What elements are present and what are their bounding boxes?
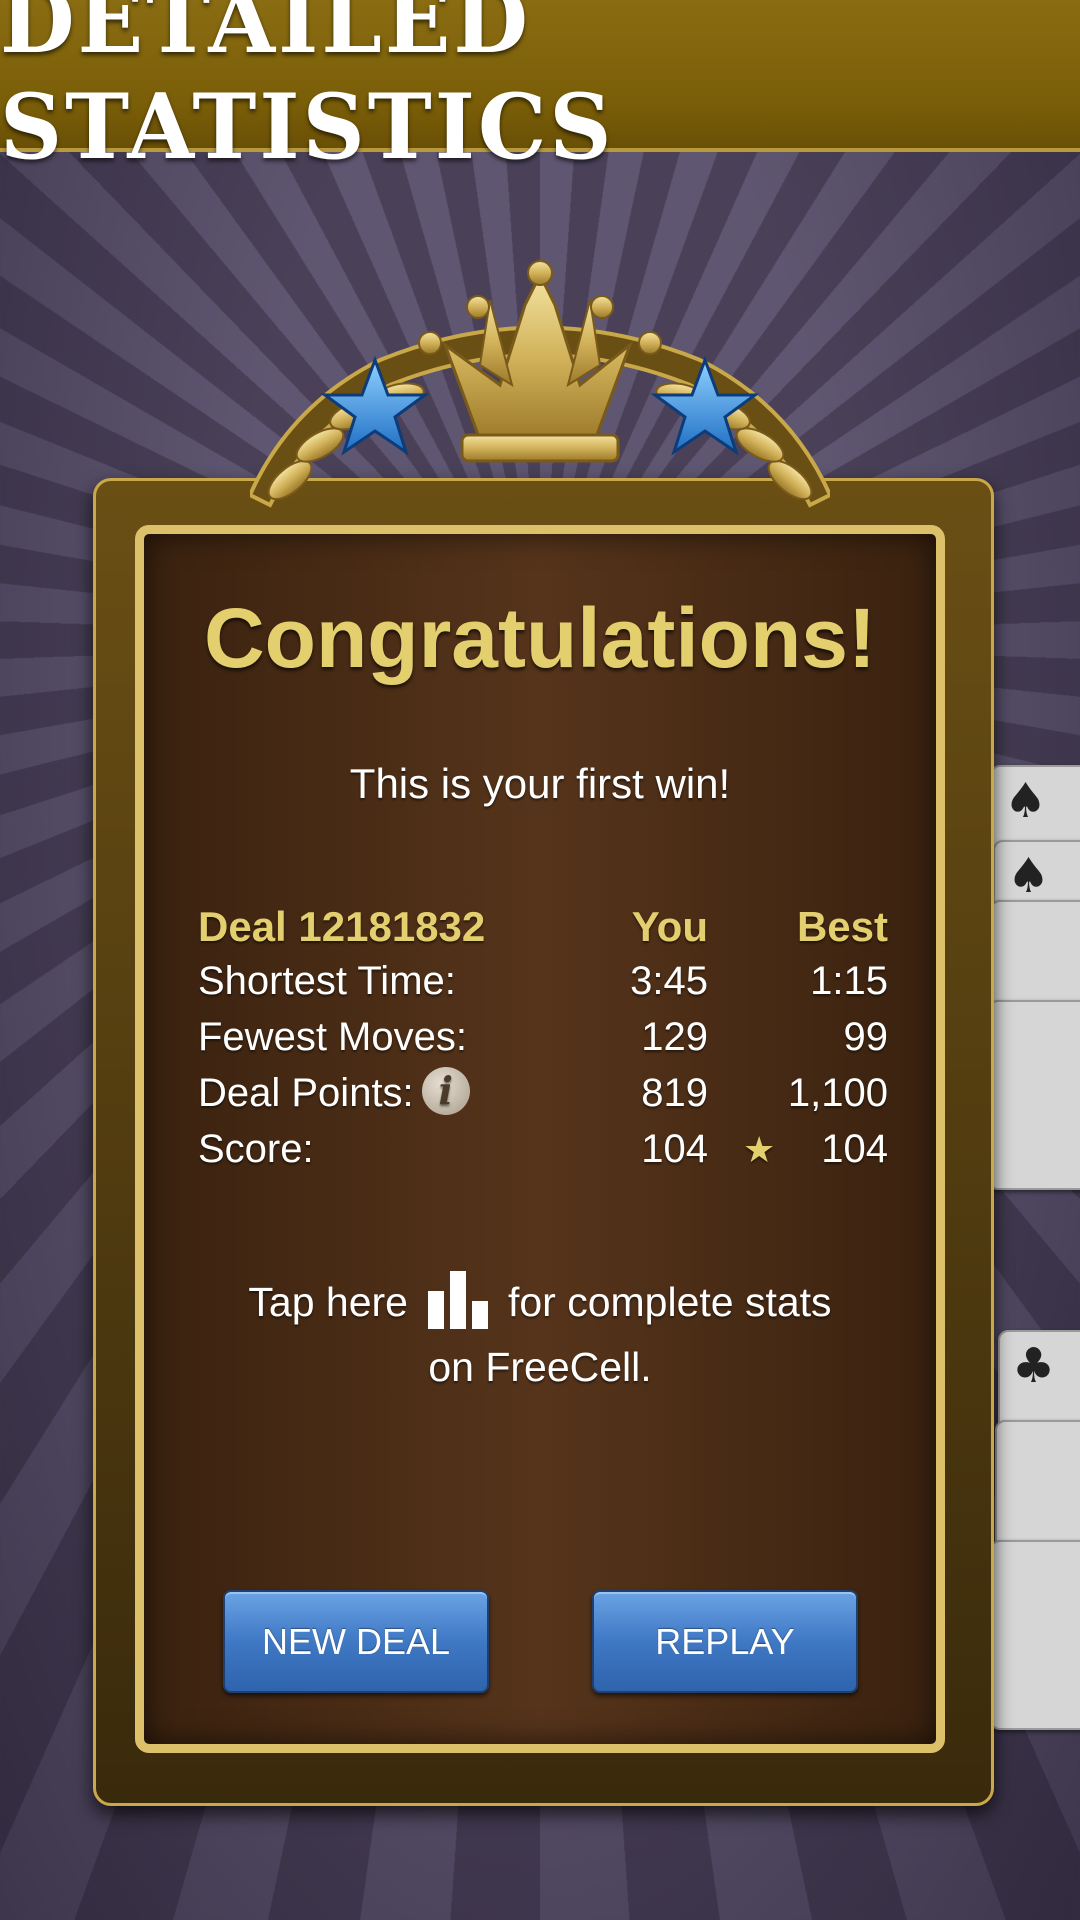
stats-header-row: Deal 12181832 You Best — [198, 903, 888, 959]
background-card — [988, 1000, 1080, 1190]
stat-label: Fewest Moves: — [198, 1015, 467, 1059]
info-icon[interactable]: i — [421, 1067, 470, 1116]
new-deal-button[interactable]: NEW DEAL — [223, 1590, 489, 1693]
header-banner: DETAILED STATISTICS — [0, 0, 1080, 180]
stat-you-value: 819 — [641, 1071, 708, 1115]
column-header-best: Best — [796, 903, 888, 950]
dialog-title: Congratulations! — [204, 591, 876, 685]
stat-you-value: 129 — [641, 1015, 708, 1059]
stats-table: Deal 12181832 You Best Shortest Time: 3:… — [198, 903, 888, 1183]
stat-you-value: 3:45 — [630, 959, 708, 1003]
table-row: Score: 104 ★ 104 — [198, 1127, 888, 1183]
dialog-subtitle: This is your first win! — [349, 760, 731, 807]
page-title: DETAILED STATISTICS — [0, 0, 615, 181]
tap-text: Tap here — [248, 1279, 408, 1325]
stat-you-value: 104 — [641, 1127, 708, 1171]
stat-label: Shortest Time: — [198, 959, 456, 1003]
background-card — [990, 1540, 1080, 1730]
stat-label: Score: — [198, 1127, 314, 1171]
replay-button[interactable]: REPLAY — [592, 1590, 858, 1693]
bar-chart-icon[interactable] — [426, 1269, 490, 1330]
stat-label-container: Deal Points: i — [198, 1067, 470, 1119]
deal-number: Deal 12181832 — [198, 903, 486, 950]
stat-best-value: 99 — [843, 1015, 889, 1059]
tap-text: for complete stats — [507, 1279, 832, 1325]
table-row: Shortest Time: 3:45 1:15 — [198, 959, 888, 1015]
tap-text: on FreeCell. — [428, 1344, 652, 1391]
crown-icon — [250, 260, 830, 508]
table-row: Deal Points: i 819 1,100 — [198, 1067, 888, 1127]
stat-best-value: 1,100 — [787, 1071, 888, 1115]
stat-best-value: 1:15 — [810, 959, 888, 1003]
column-header-you: You — [631, 903, 708, 950]
stat-label: Deal Points: — [198, 1071, 414, 1115]
stat-best-value: 104 — [821, 1127, 888, 1171]
table-row: Fewest Moves: 129 99 — [198, 1015, 888, 1071]
complete-stats-link[interactable]: Tap here for complete stats on FreeCell. — [0, 1270, 1080, 1399]
